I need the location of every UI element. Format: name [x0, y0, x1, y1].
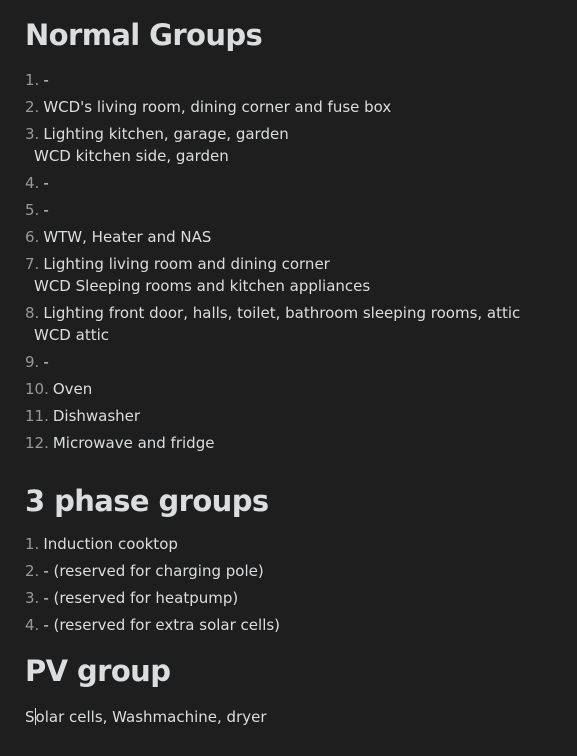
- list-number: 5.: [25, 201, 40, 219]
- pv-text-start: S: [25, 708, 35, 726]
- list-item: 2. WCD's living room, dining corner and f…: [25, 96, 565, 118]
- list-number: 4.: [25, 616, 40, 634]
- list-item-continuation: WCD attic: [34, 326, 109, 344]
- three-phase-groups-list: 1. Induction cooktop 2. - (reserved for ch…: [25, 533, 565, 636]
- list-number: 1.: [25, 71, 40, 89]
- list-item: 10. Oven: [25, 378, 565, 400]
- list-item-text: - (reserved for extra solar cells): [43, 616, 281, 634]
- list-item: 4. -: [25, 172, 565, 194]
- list-item-text: -: [43, 201, 49, 219]
- list-item-text: Lighting living room and dining corner: [43, 255, 330, 273]
- list-item-text: Lighting kitchen, garage, garden: [43, 125, 289, 143]
- heading-pv-group: PV group: [25, 654, 171, 688]
- list-item-continuation: WCD Sleeping rooms and kitchen appliance…: [34, 277, 371, 295]
- list-item-text: - (reserved for heatpump): [43, 589, 239, 607]
- list-item: 9. -: [25, 351, 565, 373]
- list-item: 7. Lighting living room and dining corner…: [25, 253, 565, 297]
- list-item: 6. WTW, Heater and NAS: [25, 226, 565, 248]
- heading-normal-groups: Normal Groups: [25, 18, 263, 52]
- list-number: 8.: [25, 304, 40, 322]
- list-item-text: WTW, Heater and NAS: [43, 228, 212, 246]
- list-number: 3.: [25, 589, 40, 607]
- list-item-text: Induction cooktop: [43, 535, 178, 553]
- list-item-text: Microwave and fridge: [52, 434, 215, 452]
- list-item: 2. - (reserved for charging pole): [25, 560, 565, 582]
- list-number: 6.: [25, 228, 40, 246]
- list-number: 3.: [25, 125, 40, 143]
- list-item-text: -: [43, 71, 49, 89]
- list-number: 1.: [25, 535, 40, 553]
- list-item: 3. Lighting kitchen, garage, garden WCD ki…: [25, 123, 565, 167]
- pv-group-paragraph[interactable]: Solar cells, Washmachine, dryer: [25, 706, 565, 728]
- list-item-text: Oven: [52, 380, 93, 398]
- list-item: 1. -: [25, 69, 565, 91]
- list-number: 10.: [25, 380, 49, 398]
- list-item-text: - (reserved for charging pole): [43, 562, 264, 580]
- list-item: 4. - (reserved for extra solar cells): [25, 614, 565, 636]
- list-item: 1. Induction cooktop: [25, 533, 565, 555]
- list-item: 3. - (reserved for heatpump): [25, 587, 565, 609]
- list-number: 11.: [25, 407, 49, 425]
- list-item-text: WCD's living room, dining corner and fus…: [43, 98, 392, 116]
- list-number: 9.: [25, 353, 40, 371]
- list-item: 8. Lighting front door, halls, toilet, ba…: [25, 302, 565, 346]
- list-item-text: Dishwasher: [52, 407, 141, 425]
- list-item-text: -: [43, 353, 49, 371]
- list-item-continuation: WCD kitchen side, garden: [34, 147, 229, 165]
- list-number: 12.: [25, 434, 49, 452]
- heading-3-phase-groups: 3 phase groups: [25, 484, 269, 518]
- normal-groups-list: 1. - 2. WCD's living room, dining corner a…: [25, 69, 565, 454]
- list-item: 12. Microwave and fridge: [25, 432, 565, 454]
- list-item: 11. Dishwasher: [25, 405, 565, 427]
- list-item: 5. -: [25, 199, 565, 221]
- list-item-text: Lighting front door, halls, toilet, bath…: [43, 304, 521, 322]
- list-number: 2.: [25, 562, 40, 580]
- list-number: 2.: [25, 98, 40, 116]
- note-document[interactable]: Normal Groups 1. - 2. WCD's living room, d…: [25, 0, 565, 728]
- list-number: 7.: [25, 255, 40, 273]
- pv-text-rest: olar cells, Washmachine, dryer: [35, 708, 267, 726]
- list-item-text: -: [43, 174, 49, 192]
- list-number: 4.: [25, 174, 40, 192]
